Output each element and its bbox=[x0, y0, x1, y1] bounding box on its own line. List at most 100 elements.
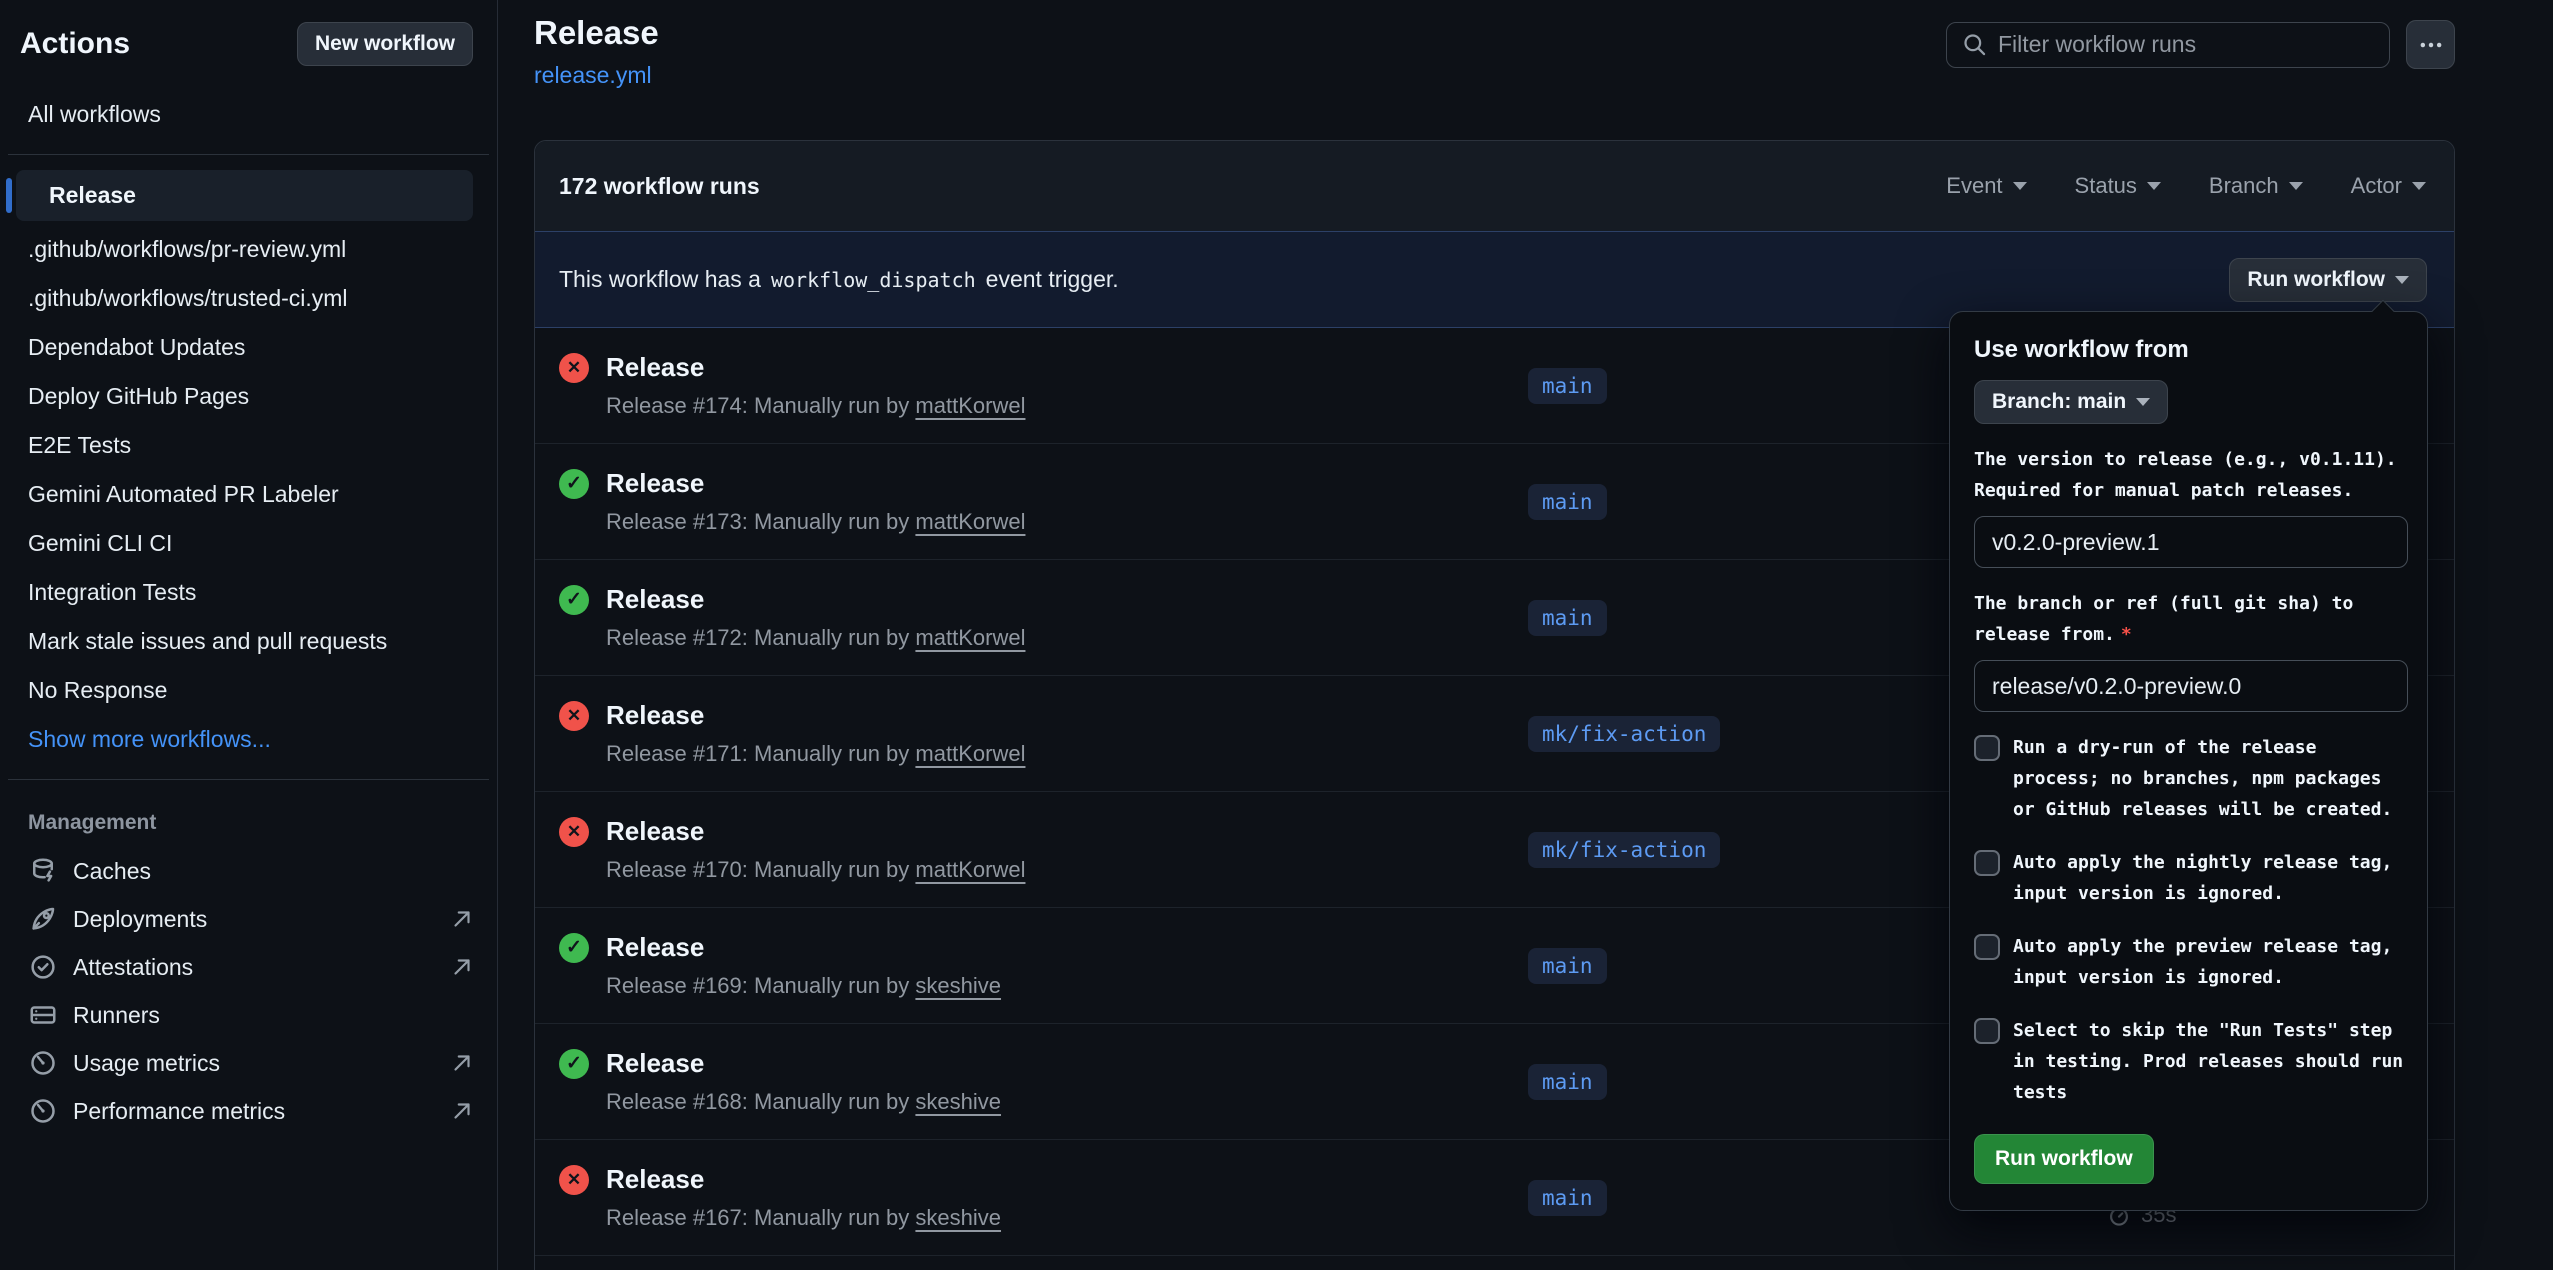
sidebar-item-workflow[interactable]: No Response bbox=[0, 666, 497, 715]
branch-filter-dropdown[interactable]: Branch bbox=[2209, 173, 2303, 199]
management-header: Management bbox=[0, 795, 497, 847]
sidebar-item-all-workflows[interactable]: All workflows bbox=[0, 90, 497, 139]
run-title-link[interactable]: Release bbox=[606, 468, 704, 499]
sidebar-item-usage-metrics[interactable]: Usage metrics bbox=[0, 1039, 497, 1087]
run-title-link[interactable]: Release bbox=[606, 1048, 704, 1079]
meter-icon bbox=[28, 1096, 58, 1126]
sidebar-item-workflow[interactable]: .github/workflows/trusted-ci.yml bbox=[0, 274, 497, 323]
actor-link[interactable]: skeshive bbox=[915, 1205, 1001, 1230]
run-title-link[interactable]: Release bbox=[606, 352, 704, 383]
actor-link[interactable]: skeshive bbox=[915, 1089, 1001, 1114]
branch-chip[interactable]: mk/fix-action bbox=[1528, 832, 1720, 868]
actor-filter-dropdown[interactable]: Actor bbox=[2351, 173, 2426, 199]
cache-icon bbox=[28, 856, 58, 886]
preview-tag-checkbox[interactable] bbox=[1974, 934, 2000, 960]
nightly-tag-checkbox[interactable] bbox=[1974, 850, 2000, 876]
event-filter-dropdown[interactable]: Event bbox=[1946, 173, 2026, 199]
actor-link[interactable]: mattKorwel bbox=[915, 857, 1025, 882]
workflow-dispatch-code: workflow_dispatch bbox=[771, 268, 976, 292]
server-icon bbox=[28, 1000, 58, 1030]
actor-link[interactable]: skeshive bbox=[915, 973, 1001, 998]
search-icon bbox=[1961, 31, 1988, 58]
verified-badge-icon bbox=[28, 952, 58, 982]
version-field-description: The version to release (e.g., v0.1.11). … bbox=[1974, 444, 2410, 506]
actor-link[interactable]: mattKorwel bbox=[915, 741, 1025, 766]
selected-accent-bar bbox=[6, 178, 12, 213]
external-link-icon bbox=[449, 954, 475, 980]
sidebar-item-performance-metrics[interactable]: Performance metrics bbox=[0, 1087, 497, 1135]
dry-run-checkbox[interactable] bbox=[1974, 735, 2000, 761]
chevron-down-icon bbox=[2136, 398, 2150, 406]
banner-text: This workflow has a workflow_dispatch ev… bbox=[559, 266, 1119, 293]
ref-field-description: The branch or ref (full git sha) to rele… bbox=[1974, 588, 2410, 650]
sidebar-item-deployments[interactable]: Deployments bbox=[0, 895, 497, 943]
workflow-file-link[interactable]: release.yml bbox=[534, 62, 652, 89]
sidebar-item-release-selected[interactable]: Release bbox=[16, 170, 473, 221]
kebab-icon bbox=[2417, 31, 2445, 59]
sidebar-item-workflow[interactable]: E2E Tests bbox=[0, 421, 497, 470]
sidebar-title: Actions bbox=[20, 27, 130, 61]
actor-link[interactable]: mattKorwel bbox=[915, 509, 1025, 534]
rocket-icon bbox=[28, 904, 58, 934]
branch-chip[interactable]: main bbox=[1528, 484, 1607, 520]
run-title-link[interactable]: Release bbox=[606, 700, 704, 731]
skip-tests-checkbox[interactable] bbox=[1974, 1018, 2000, 1044]
external-link-icon bbox=[449, 1098, 475, 1124]
filter-workflow-runs-input[interactable] bbox=[1998, 31, 2375, 58]
branch-chip[interactable]: main bbox=[1528, 948, 1607, 984]
run-title-link[interactable]: Release bbox=[606, 584, 704, 615]
chevron-down-icon bbox=[2395, 276, 2409, 284]
dry-run-option: Run a dry-run of the release process; no… bbox=[1974, 732, 2407, 825]
meter-icon bbox=[28, 1048, 58, 1078]
sidebar-item-workflow[interactable]: .github/workflows/pr-review.yml bbox=[0, 225, 497, 274]
run-status-icon bbox=[559, 817, 589, 847]
external-link-icon bbox=[449, 906, 475, 932]
checkbox-label[interactable]: Auto apply the preview release tag, inpu… bbox=[2013, 931, 2407, 993]
run-title-link[interactable]: Release bbox=[606, 816, 704, 847]
branch-chip[interactable]: main bbox=[1528, 1180, 1607, 1216]
run-title-link[interactable]: Release bbox=[606, 932, 704, 963]
run-status-icon bbox=[559, 1049, 589, 1079]
show-more-workflows-link[interactable]: Show more workflows... bbox=[0, 715, 497, 764]
nightly-tag-option: Auto apply the nightly release tag, inpu… bbox=[1974, 847, 2407, 909]
new-workflow-button[interactable]: New workflow bbox=[297, 22, 473, 66]
sidebar-item-workflow[interactable]: Gemini Automated PR Labeler bbox=[0, 470, 497, 519]
actor-link[interactable]: mattKorwel bbox=[915, 625, 1025, 650]
sidebar-item-workflow[interactable]: Mark stale issues and pull requests bbox=[0, 617, 497, 666]
run-workflow-submit-button[interactable]: Run workflow bbox=[1974, 1134, 2154, 1184]
preview-tag-option: Auto apply the preview release tag, inpu… bbox=[1974, 931, 2407, 993]
sidebar-item-workflow[interactable]: Deploy GitHub Pages bbox=[0, 372, 497, 421]
checkbox-label[interactable]: Select to skip the "Run Tests" step in t… bbox=[2013, 1015, 2407, 1108]
branch-chip[interactable]: main bbox=[1528, 368, 1607, 404]
branch-select-button[interactable]: Branch: main bbox=[1974, 380, 2168, 424]
runs-card-header: 172 workflow runs Event Status Branch Ac… bbox=[535, 141, 2454, 231]
sidebar: Actions New workflow All workflows Relea… bbox=[0, 0, 498, 1270]
run-status-icon bbox=[559, 701, 589, 731]
workflow-options-button[interactable] bbox=[2406, 20, 2455, 69]
run-status-icon bbox=[559, 1165, 589, 1195]
branch-chip[interactable]: main bbox=[1528, 600, 1607, 636]
sidebar-item-workflow[interactable]: Dependabot Updates bbox=[0, 323, 497, 372]
run-workflow-dropdown-button[interactable]: Run workflow bbox=[2229, 258, 2427, 302]
run-title-link[interactable]: Release bbox=[606, 1164, 704, 1195]
sidebar-item-runners[interactable]: Runners bbox=[0, 991, 497, 1039]
sidebar-item-attestations[interactable]: Attestations bbox=[0, 943, 497, 991]
external-link-icon bbox=[449, 1050, 475, 1076]
version-input[interactable] bbox=[1974, 516, 2408, 568]
checkbox-label[interactable]: Run a dry-run of the release process; no… bbox=[2013, 732, 2407, 825]
run-status-icon bbox=[559, 353, 589, 383]
filter-workflow-runs-box bbox=[1946, 22, 2390, 68]
branch-chip[interactable]: mk/fix-action bbox=[1528, 716, 1720, 752]
sidebar-item-workflow[interactable]: Gemini CLI CI bbox=[0, 519, 497, 568]
sidebar-item-caches[interactable]: Caches bbox=[0, 847, 497, 895]
status-filter-dropdown[interactable]: Status bbox=[2075, 173, 2161, 199]
branch-chip[interactable]: main bbox=[1528, 1064, 1607, 1100]
skip-tests-option: Select to skip the "Run Tests" step in t… bbox=[1974, 1015, 2407, 1108]
ref-input[interactable] bbox=[1974, 660, 2408, 712]
sidebar-item-workflow[interactable]: Integration Tests bbox=[0, 568, 497, 617]
actor-link[interactable]: mattKorwel bbox=[915, 393, 1025, 418]
run-status-icon bbox=[559, 585, 589, 615]
checkbox-label[interactable]: Auto apply the nightly release tag, inpu… bbox=[2013, 847, 2407, 909]
chevron-down-icon bbox=[2013, 182, 2027, 190]
workflow-runs-count: 172 workflow runs bbox=[559, 173, 760, 200]
